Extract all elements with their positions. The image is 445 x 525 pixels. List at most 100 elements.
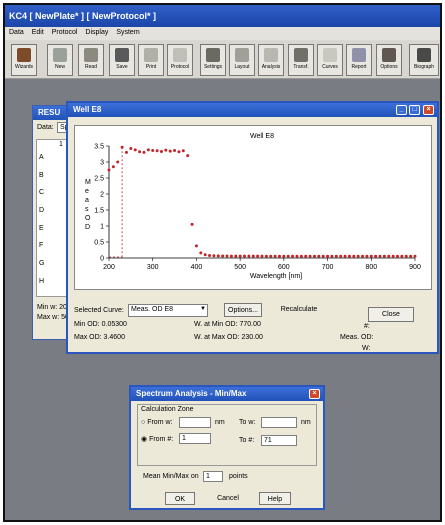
wizards-button[interactable]: Wizards xyxy=(11,44,37,76)
new-button[interactable]: New xyxy=(47,44,73,76)
min-w-text: Min w: 20 xyxy=(37,304,67,311)
cancel-button[interactable]: Cancel xyxy=(209,492,247,505)
data-point xyxy=(273,254,277,258)
close-icon[interactable]: × xyxy=(309,389,320,399)
read-button[interactable]: Read xyxy=(78,44,104,76)
screen-frame: KC4 [ NewPlate* ] [ NewProtocol* ] Data … xyxy=(3,3,442,522)
to-w-input[interactable] xyxy=(261,417,297,428)
data-point xyxy=(120,145,124,149)
options-icon xyxy=(382,48,396,62)
minimize-icon[interactable]: _ xyxy=(396,105,407,115)
data-point xyxy=(291,254,295,258)
printer-icon xyxy=(144,48,158,62)
data-point xyxy=(400,254,404,258)
print-button[interactable]: Print xyxy=(138,44,164,76)
row-header-c: C xyxy=(39,189,45,197)
data-point xyxy=(286,254,290,258)
app-title-bar: KC4 [ NewPlate* ] [ NewProtocol* ] xyxy=(5,5,440,27)
options-button[interactable]: Options xyxy=(376,44,402,76)
curves-button[interactable]: Curves xyxy=(317,44,343,76)
settings-button[interactable]: Settings xyxy=(200,44,226,76)
menu-data[interactable]: Data xyxy=(9,29,24,36)
data-point xyxy=(186,154,190,158)
hash-label: #: xyxy=(364,323,370,330)
data-point xyxy=(216,254,220,258)
y-tick-label: 0 xyxy=(100,256,104,263)
data-point xyxy=(159,149,163,153)
curves-icon xyxy=(323,48,337,62)
data-label: Data: xyxy=(37,124,54,131)
curve-select-value: Meas. OD E8 xyxy=(131,306,174,313)
options-dialog-button[interactable]: Options... xyxy=(224,303,262,317)
from-hash-input[interactable]: 1 xyxy=(179,433,211,444)
chart-title: Well E8 xyxy=(250,133,274,140)
data-point xyxy=(238,254,242,258)
y-tick-label: 0.5 xyxy=(94,240,104,247)
save-button[interactable]: Save xyxy=(109,44,135,76)
spectrum-title: Spectrum Analysis - Min/Max xyxy=(136,389,247,398)
data-point xyxy=(251,254,255,258)
menu-display[interactable]: Display xyxy=(85,29,108,36)
nm-label-1: nm xyxy=(215,419,225,426)
menu-edit[interactable]: Edit xyxy=(32,29,44,36)
new-icon xyxy=(53,48,67,62)
x-tick-label: 600 xyxy=(278,264,290,271)
row-header-b: B xyxy=(39,171,44,179)
gear-icon xyxy=(206,48,220,62)
data-point xyxy=(190,222,194,226)
curve-select[interactable]: Meas. OD E8 ▼ xyxy=(128,304,208,317)
x-tick-label: 200 xyxy=(103,264,115,271)
report-button[interactable]: Report xyxy=(346,44,372,76)
data-point xyxy=(317,254,321,258)
to-hash-label: To #: xyxy=(239,437,255,444)
protocol-icon xyxy=(173,48,187,62)
data-point xyxy=(155,149,159,153)
data-point xyxy=(312,254,316,258)
to-hash-input[interactable]: 71 xyxy=(261,435,297,446)
data-point xyxy=(391,254,395,258)
data-point xyxy=(352,254,356,258)
w-max-text: W. at Max OD: 230.00 xyxy=(194,334,263,341)
from-hash-radio[interactable]: ◉ From #: xyxy=(141,435,173,443)
data-point xyxy=(111,165,115,169)
menu-bar: Data Edit Protocol Display System xyxy=(5,27,440,40)
data-point xyxy=(277,254,281,258)
x-axis-label: Wavelength [nm] xyxy=(250,273,302,280)
menu-system[interactable]: System xyxy=(116,29,139,36)
x-tick-label: 500 xyxy=(234,264,246,271)
data-point xyxy=(124,150,128,154)
row-headers: A B C D E F G H xyxy=(39,154,51,296)
analysis-button[interactable]: Analysis xyxy=(258,44,284,76)
data-point xyxy=(107,168,111,172)
layout-button[interactable]: Layout xyxy=(229,44,255,76)
recalculate-button[interactable]: Recalculate xyxy=(274,303,324,317)
row-header-d: D xyxy=(39,207,45,215)
spectrum-title-bar[interactable]: Spectrum Analysis - Min/Max × xyxy=(131,387,323,401)
close-button[interactable]: Close xyxy=(368,307,414,322)
y-tick-label: 1.5 xyxy=(94,208,104,215)
data-point xyxy=(295,254,299,258)
data-point xyxy=(413,254,417,258)
from-w-input[interactable] xyxy=(179,417,211,428)
help-button[interactable]: Help xyxy=(259,492,291,505)
protocol-button[interactable]: Protocol xyxy=(167,44,193,76)
transf-button[interactable]: Transf. xyxy=(288,44,314,76)
data-point xyxy=(256,254,260,258)
data-point xyxy=(168,149,172,153)
points-label: points xyxy=(229,473,248,480)
maximize-icon[interactable]: □ xyxy=(409,105,420,115)
data-point xyxy=(151,148,155,152)
from-w-radio[interactable]: ○ From w: xyxy=(141,419,172,426)
well-title-bar[interactable]: Well E8 _ □ × xyxy=(68,103,437,117)
close-icon[interactable]: × xyxy=(423,105,434,115)
data-point xyxy=(260,254,264,258)
data-point xyxy=(264,254,268,258)
menu-protocol[interactable]: Protocol xyxy=(52,29,78,36)
data-point xyxy=(208,253,212,257)
calculation-zone-label: Calculation Zone xyxy=(141,406,194,413)
spectrum-chart: Well E8 0 0.5 1 1.5 2 2.5 3 3.5 200 300 400 500 600 70… xyxy=(85,133,421,280)
mean-points-input[interactable]: 1 xyxy=(203,471,223,482)
ok-button[interactable]: OK xyxy=(165,492,195,505)
biograph-button[interactable]: Biograph xyxy=(409,44,439,76)
data-point xyxy=(282,254,286,258)
